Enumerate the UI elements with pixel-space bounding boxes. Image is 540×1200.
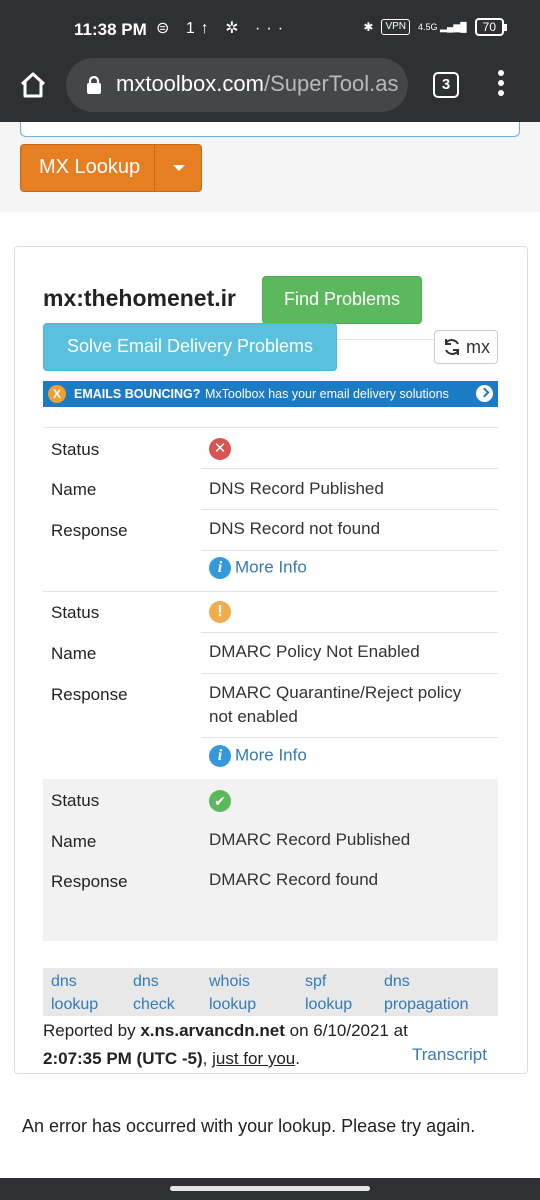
search-area: MX Lookup	[0, 122, 540, 212]
check-icon: ✔	[209, 790, 231, 812]
name-value: DNS Record Published	[209, 479, 384, 498]
x-logo-icon: X	[48, 385, 66, 403]
more-info-link[interactable]: i More Info	[209, 557, 307, 579]
more-info-link[interactable]: i More Info	[209, 745, 307, 767]
url-text: mxtoolbox.com/SuperTool.as	[116, 71, 398, 97]
mx-lookup-label: MX Lookup	[39, 156, 141, 178]
address-bar[interactable]: mxtoolbox.com/SuperTool.as	[66, 58, 408, 112]
status-label: Status	[51, 791, 100, 810]
banner-text: MxToolbox has your email delivery soluti…	[205, 387, 449, 401]
result-block: Status ✔ Name DMARC Record Published Res…	[43, 779, 498, 941]
name-value: DMARC Policy Not Enabled	[209, 642, 420, 661]
browser-toolbar: mxtoolbox.com/SuperTool.as 3	[0, 56, 540, 122]
home-icon[interactable]	[18, 70, 48, 100]
response-value: DMARC Record found	[209, 870, 379, 889]
name-label: Name	[51, 644, 97, 663]
response-label: Response	[51, 685, 128, 704]
emails-bouncing-banner[interactable]: X EMAILS BOUNCING? MxToolbox has your em…	[43, 381, 498, 407]
transcript-link[interactable]: Transcript	[412, 1045, 487, 1065]
result-block: Status ✕ Name DNS Record Published Respo…	[43, 427, 498, 591]
tool-dns-check[interactable]: dns check	[133, 970, 175, 1016]
vpn-badge: VPN	[381, 19, 411, 35]
solve-email-delivery-button[interactable]: Solve Email Delivery Problems	[43, 323, 337, 371]
tool-dns-lookup[interactable]: dns lookup	[51, 970, 98, 1016]
home-gesture-handle[interactable]	[170, 1186, 370, 1191]
mx-lookup-button[interactable]: MX Lookup	[20, 144, 202, 192]
just-for-you-link[interactable]: just for you	[212, 1049, 295, 1068]
network-type: 4.5G	[418, 21, 438, 32]
chevron-right-icon	[476, 385, 493, 402]
page-title: mx:thehomenet.ir	[43, 285, 236, 311]
status-bar: 11:38 PM ⊜ 1↑ ✲ ··· ✱ VPN 4.5G ▂▄▆█ 70	[0, 0, 540, 56]
report-date: on 6/10/2021 at	[284, 1021, 408, 1040]
error-message: An error has occurred with your lookup. …	[22, 1116, 476, 1136]
name-label: Name	[51, 480, 97, 499]
error-icon: ✕	[209, 438, 231, 460]
tab-switcher-button[interactable]: 3	[433, 72, 459, 98]
gesture-nav-bar	[0, 1178, 540, 1200]
system-indicators: ✱ VPN 4.5G ▂▄▆█ 70	[363, 18, 508, 36]
more-info-label: More Info	[235, 557, 307, 577]
lock-icon	[87, 76, 101, 94]
report-prefix: Reported by	[43, 1021, 141, 1040]
info-icon: i	[209, 557, 231, 579]
refresh-icon	[445, 339, 459, 355]
response-label: Response	[51, 872, 128, 891]
report-separator: ,	[202, 1049, 213, 1068]
warning-icon: !	[209, 601, 231, 623]
overflow-menu-icon[interactable]	[496, 70, 506, 100]
name-label: Name	[51, 832, 97, 851]
refresh-label: mx	[466, 337, 490, 357]
signal-icon: 4.5G ▂▄▆█	[418, 21, 467, 32]
banner-headline: EMAILS BOUNCING?	[74, 387, 201, 401]
status-label: Status	[51, 440, 100, 459]
report-period: .	[295, 1049, 300, 1068]
response-value: DNS Record not found	[209, 519, 381, 538]
tool-spf-lookup[interactable]: spf lookup	[305, 970, 352, 1016]
refresh-lookup-button[interactable]: mx	[434, 330, 498, 364]
response-label: Response	[51, 521, 128, 540]
bluetooth-icon: ✱	[363, 20, 374, 34]
info-icon: i	[209, 745, 231, 767]
domain-input[interactable]	[20, 122, 520, 137]
more-info-label: More Info	[235, 745, 307, 765]
tool-whois-lookup[interactable]: whois lookup	[209, 970, 256, 1016]
url-domain: mxtoolbox.com	[116, 71, 264, 96]
tool-dns-propagation[interactable]: dns propagation	[384, 970, 469, 1016]
battery-indicator: 70	[474, 18, 508, 36]
related-tools: dns lookup dns check whois lookup spf lookup…	[43, 968, 498, 1016]
result-block: Status ! Name DMARC Policy Not Enabled R…	[43, 591, 498, 779]
response-value: DMARC Quarantine/Reject policy not enabl…	[209, 683, 462, 726]
notification-icons: ⊜ 1↑ ✲ ···	[156, 20, 290, 37]
results-panel: mx:thehomenet.ir Find Problems Solve Ema…	[14, 246, 528, 1074]
status-label: Status	[51, 603, 100, 622]
find-problems-button[interactable]: Find Problems	[262, 276, 422, 324]
report-server: x.ns.arvancdn.net	[140, 1021, 285, 1040]
lookup-dropdown-toggle[interactable]	[154, 145, 202, 191]
clock: 11:38 PM	[74, 20, 147, 39]
url-path: /SuperTool.as	[263, 71, 399, 96]
name-value: DMARC Record Published	[209, 830, 411, 849]
report-time: 2:07:35 PM (UTC -5)	[43, 1049, 203, 1068]
